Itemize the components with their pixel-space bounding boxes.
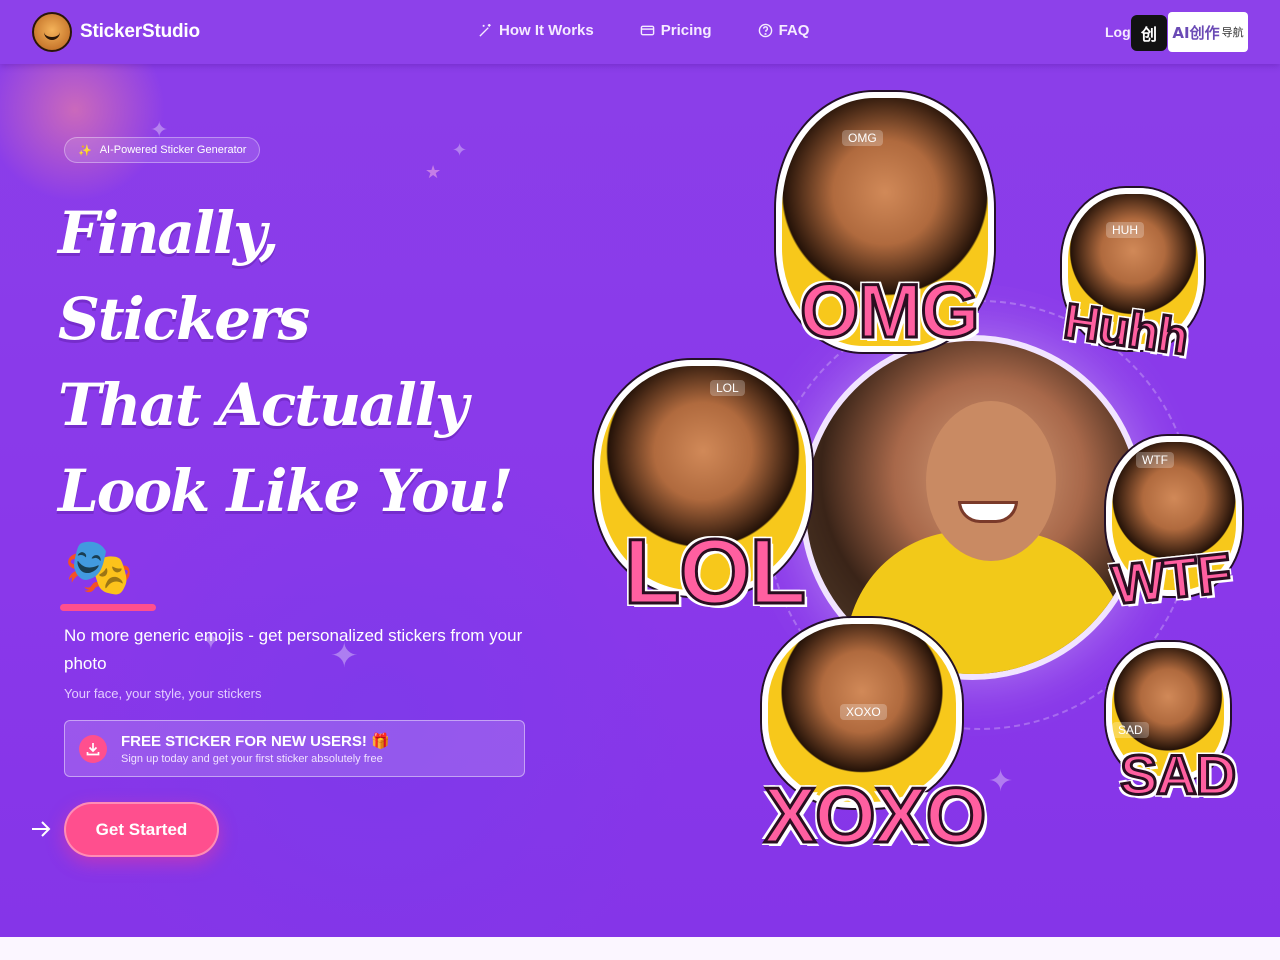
ai-badge-label: AI-Powered Sticker Generator bbox=[99, 144, 247, 156]
browser-extension-badge[interactable]: AI创作 导航 bbox=[1168, 12, 1248, 52]
sparkle-icon: ✦ bbox=[988, 764, 1014, 799]
hero-headline: Finally, Stickers That Actually Look Lik… bbox=[58, 190, 538, 534]
nav-faq-label: FAQ bbox=[778, 22, 810, 39]
nav-links: How It Works Pricing FAQ bbox=[478, 22, 809, 39]
download-icon bbox=[79, 734, 107, 763]
sticker-tag: OMG bbox=[842, 130, 883, 146]
sticker-tag: WTF bbox=[1136, 452, 1174, 468]
cartoon-face-icon bbox=[32, 12, 72, 52]
headline-line: That Actually bbox=[58, 371, 469, 439]
hero-lead: No more generic emojis - get personalize… bbox=[64, 626, 523, 673]
browser-extension-icon[interactable]: 创 bbox=[1131, 15, 1167, 51]
promo-subtitle: Sign up today and get your first sticker… bbox=[121, 753, 383, 765]
nav-how-it-works[interactable]: How It Works bbox=[478, 22, 594, 39]
sparkle-icon: ✦ bbox=[452, 140, 468, 161]
ext-badge-sub: 导航 bbox=[1221, 26, 1244, 39]
headline-line: Stickers bbox=[58, 285, 310, 353]
sticker-word-lol: LOL bbox=[623, 520, 808, 625]
hero-subtext: Your face, your style, your stickers bbox=[64, 686, 262, 701]
top-navbar: StickerStudio How It Works Pricing FAQ L… bbox=[0, 0, 1280, 64]
nav-pricing[interactable]: Pricing bbox=[640, 22, 712, 39]
promo-text: FREE STICKER FOR NEW USERS! 🎁 Sign up to… bbox=[121, 732, 390, 765]
sticker-word-wtf: WTF bbox=[1108, 539, 1235, 617]
next-section-edge bbox=[0, 937, 1280, 960]
promo-title: FREE STICKER FOR NEW USERS! 🎁 bbox=[121, 733, 390, 750]
nav-pricing-label: Pricing bbox=[660, 22, 712, 39]
accent-underline bbox=[60, 604, 156, 611]
free-sticker-promo[interactable]: FREE STICKER FOR NEW USERS! 🎁 Sign up to… bbox=[64, 720, 525, 777]
theater-masks-icon: 🎭 bbox=[64, 535, 134, 600]
sticker-word-xoxo: XOXO bbox=[762, 770, 987, 861]
sparkles-icon: ✨ bbox=[78, 144, 92, 157]
card-icon bbox=[640, 25, 655, 36]
sticker-tag: LOL bbox=[710, 380, 745, 396]
sticker-word-sad: SAD bbox=[1118, 742, 1237, 808]
brand-link[interactable]: StickerStudio bbox=[32, 12, 200, 52]
arrow-right-icon bbox=[32, 821, 51, 837]
sticker-tag: XOXO bbox=[840, 704, 887, 720]
sticker-tag: SAD bbox=[1112, 722, 1149, 738]
magic-wand-icon bbox=[479, 23, 491, 37]
get-started-button[interactable]: Get Started bbox=[64, 802, 219, 857]
headline-line: Look Like You! bbox=[58, 457, 513, 525]
ai-badge: ✨ AI-Powered Sticker Generator bbox=[64, 137, 261, 163]
nav-faq[interactable]: FAQ bbox=[758, 22, 810, 39]
nav-how-it-works-label: How It Works bbox=[499, 22, 594, 39]
question-circle-icon bbox=[758, 23, 772, 38]
star-icon: ★ bbox=[425, 162, 442, 183]
sticker-tag: HUH bbox=[1106, 222, 1144, 238]
brand-name: StickerStudio bbox=[80, 21, 200, 42]
headline-line: Finally, bbox=[58, 199, 279, 267]
sticker-word-omg: OMG bbox=[799, 268, 982, 356]
ext-badge-label: AI创作 bbox=[1172, 23, 1220, 42]
login-link[interactable]: Log bbox=[1105, 24, 1131, 40]
